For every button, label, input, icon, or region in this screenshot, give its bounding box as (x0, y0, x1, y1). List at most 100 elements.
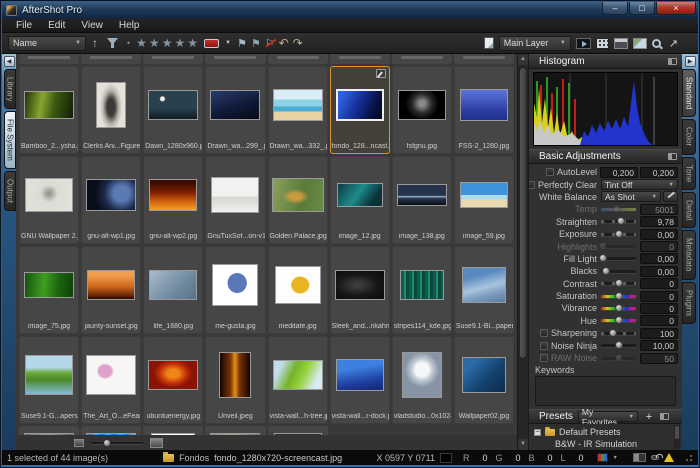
temp-slider-handle[interactable] (613, 205, 621, 213)
minimize-button[interactable]: – (602, 2, 628, 15)
thumbnail-cell-partial[interactable] (205, 54, 265, 64)
sharpening-slider[interactable] (601, 332, 636, 335)
temp-value[interactable]: 5001 (640, 204, 678, 215)
preset-item[interactable]: B&W - IR Simulation (534, 438, 673, 450)
noise-ninja-checkbox[interactable] (540, 342, 548, 350)
slideshow-icon[interactable] (576, 38, 591, 49)
autolevel-white-value[interactable]: 0,200 (640, 167, 678, 178)
tab-metadata[interactable]: Metadata (682, 230, 696, 279)
color-label-swatch[interactable] (204, 39, 219, 48)
menu-edit[interactable]: Edit (40, 20, 73, 31)
vibrance-slider[interactable] (601, 307, 636, 310)
thumbnail-cell[interactable]: Clerks Ani...Figure.jpg (81, 66, 141, 154)
flag-icon[interactable]: ⚑ (237, 37, 247, 50)
thumbnail-cell[interactable]: Dawn_1280x960.jpg (143, 66, 203, 154)
thumbnail-cell-partial[interactable] (268, 426, 328, 435)
menu-file[interactable]: File (8, 20, 40, 31)
preview-view-icon[interactable] (633, 38, 647, 49)
thumbnail-cell[interactable]: ubuntuenergy.jpg (143, 336, 203, 424)
preset-folder-row[interactable]: − Default Presets (534, 426, 673, 438)
thumbnail-cell-selected[interactable]: fondo_128...ncast.jpg (330, 66, 390, 154)
thumbnail-cell[interactable]: Drawn_wa...299_.jpg (205, 66, 265, 154)
sharpening-checkbox[interactable] (540, 329, 548, 337)
maximize-button[interactable]: □ (629, 2, 655, 15)
thumb-size-small-icon[interactable] (74, 439, 84, 447)
exposure-slider[interactable] (601, 233, 636, 236)
presets-header[interactable]: Presets My Favorites ▼ + (529, 409, 682, 424)
thumbnail-cell[interactable]: Unveil.jpeg (205, 336, 265, 424)
saturation-value[interactable]: 0 (640, 291, 678, 302)
thumbnail-cell[interactable]: Drawn_wa...332_.jpg (268, 66, 328, 154)
fill-light-value[interactable]: 0,00 (640, 253, 678, 264)
rotate-left-icon[interactable]: ↶ (279, 36, 289, 50)
thumbnail-cell[interactable]: vladstudio...0x1024.jpg (392, 336, 452, 424)
scrollbar-thumb[interactable] (519, 67, 527, 359)
saturation-slider[interactable] (601, 295, 636, 298)
thumbnail-cell[interactable]: Wallpaper02.jpg (454, 336, 514, 424)
raw-noise-value[interactable]: 50 (640, 353, 678, 364)
tab-plugins[interactable]: Plugins (682, 282, 696, 324)
thumbnail-cell[interactable]: jaunty-sunset.jpg (81, 246, 141, 334)
thumb-size-slider[interactable] (91, 442, 143, 444)
tab-library[interactable]: Library (4, 69, 16, 109)
thumbnail-cell[interactable]: life_1680.jpg (143, 246, 203, 334)
highlights-slider[interactable] (601, 245, 636, 248)
tab-file-system[interactable]: File System (4, 111, 16, 169)
thumbnail-cell-partial[interactable] (330, 54, 390, 64)
thumbnail-view-icon[interactable] (596, 38, 609, 49)
thumbnail-cell[interactable]: me-gusta.jpg (205, 246, 265, 334)
perfectly-clear-checkbox[interactable] (528, 181, 535, 189)
hue-slider[interactable] (601, 319, 636, 322)
thumbnail-cell[interactable]: Golden Palace.jpg (268, 156, 328, 244)
thumbnail-cell-partial[interactable] (143, 426, 203, 435)
tab-output[interactable]: Output (4, 171, 16, 211)
warning-icon[interactable] (664, 453, 674, 462)
thumbnail-cell[interactable]: gnu-alt-wp2.jpg (143, 156, 203, 244)
star-rating[interactable]: ★★★★★ (136, 34, 200, 52)
collapse-box-icon[interactable]: − (534, 429, 541, 436)
highlights-value[interactable]: 0 (640, 241, 678, 252)
hue-slider-handle[interactable] (615, 316, 623, 324)
thumbnail-cell[interactable]: The_Art_O...eFear.jpg (81, 336, 141, 424)
thumbnail-cell[interactable]: Suse9.1-Bl...papers.jpg (454, 246, 514, 334)
star-icon[interactable]: ★ (149, 36, 162, 50)
panel-collapse-icon[interactable]: ▶ (685, 56, 696, 67)
sharpening-slider-handle[interactable] (609, 329, 617, 337)
scroll-up-icon[interactable]: ▲ (518, 54, 528, 65)
star-icon[interactable]: ★ (187, 36, 200, 50)
thumbnail-cell-partial[interactable] (143, 54, 203, 64)
thumbnail-cell-partial[interactable] (392, 54, 452, 64)
eyedropper-icon[interactable] (663, 191, 678, 202)
tab-standard[interactable]: Standard (682, 69, 696, 117)
star-icon[interactable]: ★ (162, 36, 175, 50)
thumbnail-cell-partial[interactable] (454, 54, 514, 64)
rotate-right-icon[interactable]: ↷ (293, 36, 303, 50)
thumb-size-slider-handle[interactable] (103, 439, 111, 447)
thumbnail-cell-partial[interactable] (19, 426, 79, 435)
menu-view[interactable]: View (73, 20, 111, 31)
display-profile-icon[interactable] (597, 453, 608, 462)
versions-icon[interactable] (484, 37, 494, 49)
thumbnail-cell-partial[interactable] (268, 54, 328, 64)
add-preset-button[interactable]: + (643, 411, 655, 423)
thumbnail-cell[interactable]: GNU Wallpaper 2.jpg (19, 156, 79, 244)
pin-icon[interactable] (660, 413, 669, 420)
rejected-flag-icon[interactable]: ⚐ (265, 37, 275, 50)
scroll-down-icon[interactable]: ▼ (518, 439, 528, 450)
panel-collapse-icon[interactable]: ◀ (4, 56, 15, 67)
autolevel-black-value[interactable]: 0,200 (600, 167, 638, 178)
keywords-input[interactable] (535, 376, 676, 406)
exposure-slider-handle[interactable] (615, 230, 623, 238)
raw-noise-checkbox[interactable] (540, 354, 548, 362)
grid-scrollbar[interactable]: ▲ ▼ (517, 54, 528, 450)
straighten-slider[interactable] (601, 220, 636, 223)
autolevel-checkbox[interactable] (546, 168, 554, 176)
noise-ninja-slider-handle[interactable] (615, 341, 623, 349)
menu-help[interactable]: Help (111, 20, 148, 31)
layer-select[interactable]: Main Layer ▼ (499, 36, 571, 51)
temp-slider[interactable] (601, 208, 636, 211)
thumbnail-cell[interactable]: stripes114_kde.jpg (392, 246, 452, 334)
magnifier-icon[interactable] (652, 39, 661, 48)
noise-ninja-slider[interactable] (601, 344, 636, 347)
lock-toggle[interactable] (651, 455, 659, 460)
